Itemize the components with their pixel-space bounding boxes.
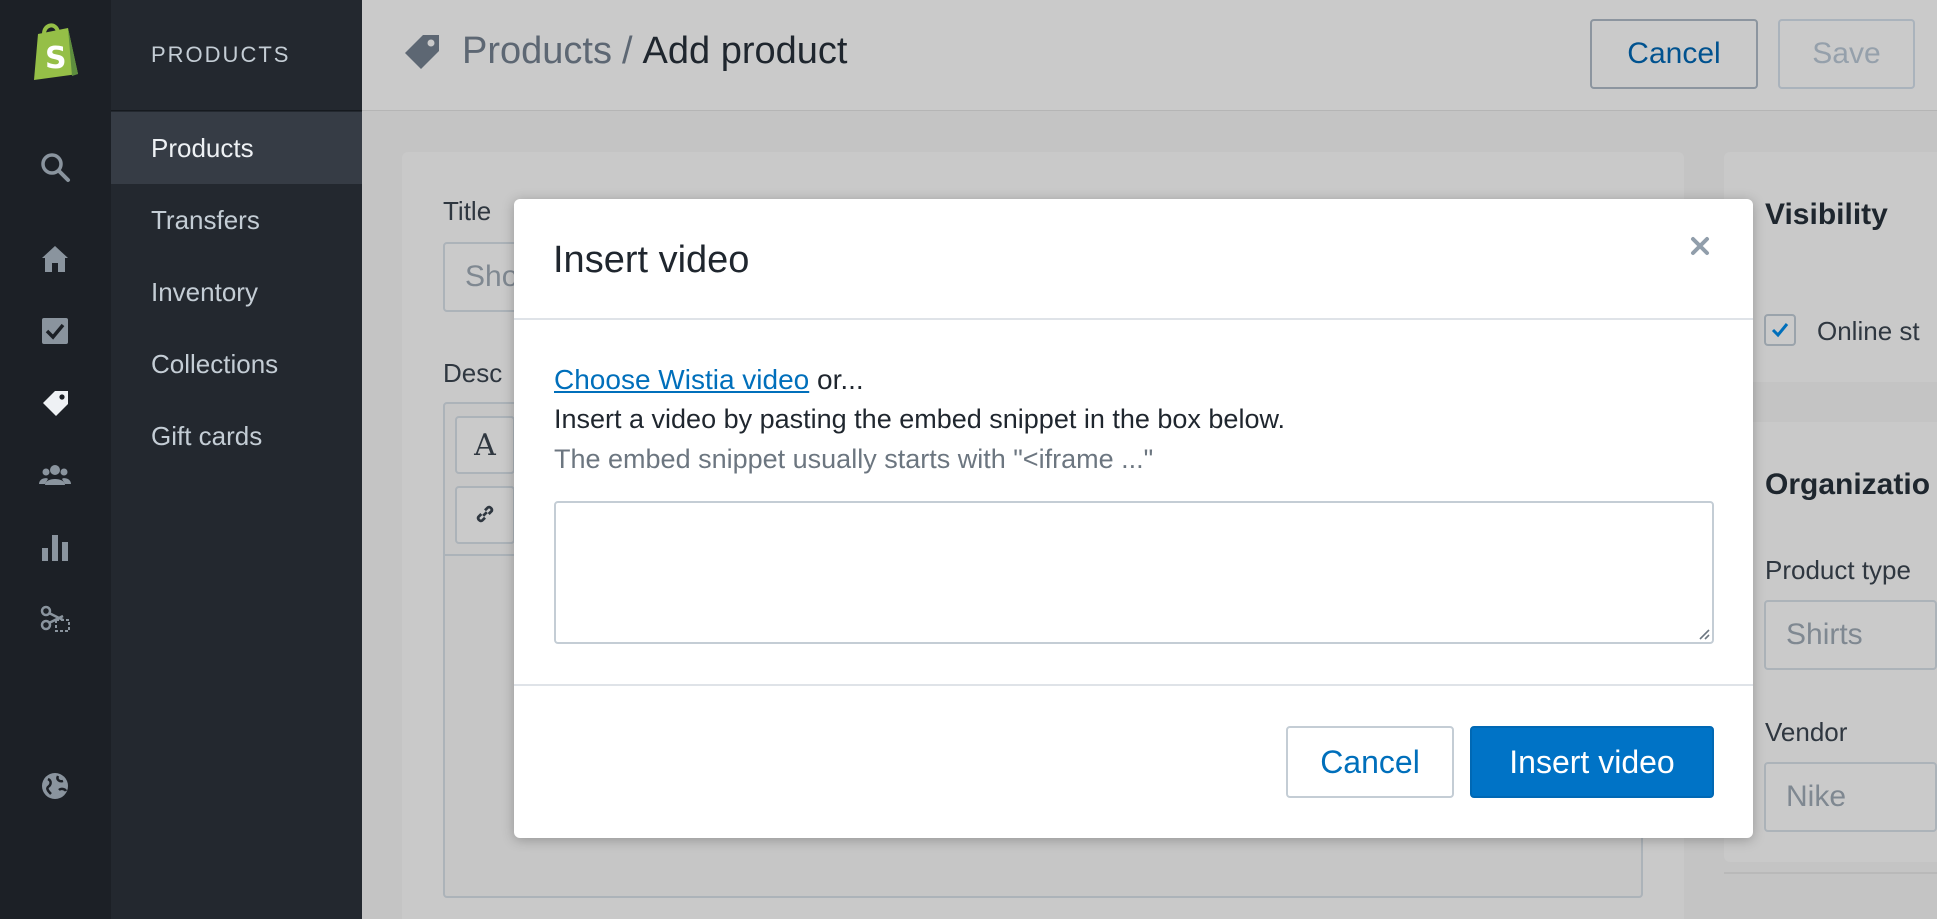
choose-video-line: Choose Wistia video or... — [554, 364, 864, 396]
modal-header: Insert video — [514, 199, 1753, 320]
link-icon — [474, 498, 496, 533]
product-type-input[interactable]: Shirts — [1764, 600, 1937, 670]
breadcrumb-separator: / — [621, 30, 633, 72]
sidebar-item-transfers[interactable]: Transfers — [111, 184, 362, 256]
breadcrumb: Products / Add product — [402, 30, 847, 73]
discounts-icon[interactable] — [38, 601, 72, 635]
header-cancel-button[interactable]: Cancel — [1590, 19, 1758, 89]
sidebar-section-title: PRODUCTS — [111, 0, 362, 111]
page-header: Products / Add product Cancel Save — [362, 0, 1937, 111]
modal-title: Insert video — [553, 239, 750, 281]
modal-close-button[interactable] — [1683, 229, 1717, 263]
resize-handle-icon[interactable] — [1695, 625, 1711, 641]
description-label: Desc — [443, 358, 503, 388]
checkmark-icon — [1771, 323, 1789, 338]
organization-title: Organizatio — [1765, 468, 1931, 501]
products-tag-icon[interactable] — [38, 386, 72, 420]
sidebar-item-gift-cards[interactable]: Gift cards — [111, 400, 362, 472]
online-store-label: Online st — [1817, 316, 1920, 346]
insert-link-button[interactable] — [455, 486, 515, 544]
svg-text:S: S — [45, 41, 67, 76]
insert-video-button[interactable]: Insert video — [1470, 726, 1714, 798]
visibility-card — [1724, 152, 1937, 382]
header-save-button[interactable]: Save — [1778, 19, 1915, 89]
page-title: Add product — [642, 30, 848, 72]
modal-instruction: Insert a video by pasting the embed snip… — [554, 404, 1285, 434]
reports-icon[interactable] — [38, 530, 72, 564]
product-tag-icon — [402, 32, 442, 72]
orders-icon[interactable] — [38, 314, 72, 348]
vendor-input[interactable]: Nike — [1764, 762, 1937, 832]
insert-video-modal: Insert video Choose Wistia video or... I… — [514, 199, 1753, 838]
sidebar-item-products[interactable]: Products — [111, 112, 362, 184]
choose-wistia-video-link[interactable]: Choose Wistia video — [554, 364, 809, 395]
online-store-globe-icon[interactable] — [38, 769, 72, 803]
sidebar-item-collections[interactable]: Collections — [111, 328, 362, 400]
search-icon[interactable] — [38, 150, 72, 184]
online-store-checkbox[interactable] — [1764, 314, 1796, 346]
modal-hint: The embed snippet usually starts with "<… — [554, 444, 1154, 474]
customers-icon[interactable] — [38, 458, 72, 492]
embed-snippet-textarea[interactable] — [554, 501, 1714, 644]
home-icon[interactable] — [38, 242, 72, 276]
breadcrumb-products-link[interactable]: Products — [462, 30, 612, 73]
visibility-title: Visibility — [1765, 198, 1888, 231]
product-type-label: Product type — [1765, 555, 1911, 585]
close-icon — [1691, 237, 1709, 255]
format-text-button[interactable]: A — [455, 416, 515, 474]
vendor-label: Vendor — [1765, 717, 1848, 747]
modal-body: Choose Wistia video or... Insert a video… — [514, 320, 1753, 686]
title-label: Title — [443, 196, 492, 226]
modal-cancel-button[interactable]: Cancel — [1286, 726, 1454, 798]
shopify-logo-icon[interactable]: S — [28, 20, 84, 82]
card-divider — [1724, 872, 1937, 874]
choose-suffix: or... — [809, 364, 864, 395]
sidebar-item-inventory[interactable]: Inventory — [111, 256, 362, 328]
icon-rail: S — [0, 0, 111, 919]
products-sidebar: PRODUCTS Products Transfers Inventory Co… — [111, 0, 362, 919]
